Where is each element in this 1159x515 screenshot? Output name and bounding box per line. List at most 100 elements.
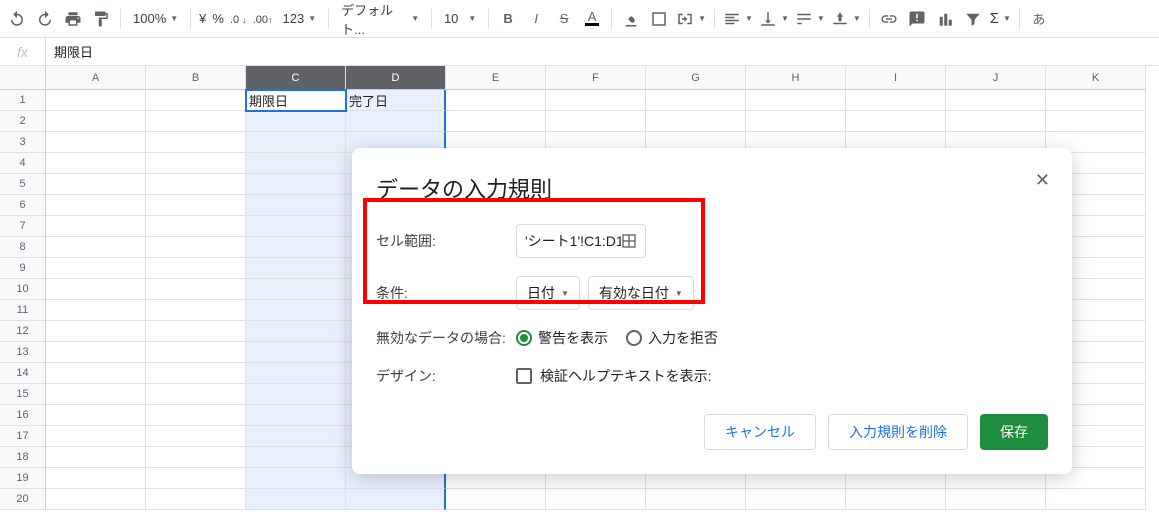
row-header[interactable]: 3	[0, 132, 46, 153]
strikethrough-button[interactable]: S	[551, 6, 577, 32]
cell[interactable]	[146, 258, 246, 279]
row-header[interactable]: 1	[0, 90, 46, 111]
formula-input[interactable]: 期限日	[46, 38, 1159, 65]
row-header[interactable]: 17	[0, 426, 46, 447]
font-select[interactable]: デフォルト...▼	[335, 7, 425, 31]
row-header[interactable]: 20	[0, 489, 46, 510]
cell[interactable]	[146, 426, 246, 447]
currency-format-button[interactable]: ¥	[197, 11, 208, 26]
merge-cells-button[interactable]: ▼	[674, 7, 708, 31]
cell[interactable]	[946, 90, 1046, 111]
cell[interactable]	[246, 468, 346, 489]
cell[interactable]	[46, 384, 146, 405]
row-header[interactable]: 13	[0, 342, 46, 363]
row-header[interactable]: 15	[0, 384, 46, 405]
grid-icon[interactable]	[621, 233, 637, 249]
filter-button[interactable]	[960, 6, 986, 32]
cell[interactable]	[146, 216, 246, 237]
cell[interactable]	[146, 489, 246, 510]
cell[interactable]	[346, 111, 446, 132]
cell[interactable]	[46, 426, 146, 447]
row-header[interactable]: 8	[0, 237, 46, 258]
more-button[interactable]: あ	[1026, 6, 1052, 32]
cell[interactable]	[246, 279, 346, 300]
cell[interactable]	[246, 342, 346, 363]
italic-button[interactable]: I	[523, 6, 549, 32]
cell[interactable]	[146, 363, 246, 384]
fill-color-button[interactable]	[618, 6, 644, 32]
cell[interactable]	[46, 321, 146, 342]
cell[interactable]	[46, 111, 146, 132]
cell[interactable]	[646, 111, 746, 132]
cell[interactable]	[246, 384, 346, 405]
horizontal-align-button[interactable]: ▼	[721, 7, 755, 31]
cell[interactable]	[146, 342, 246, 363]
col-header[interactable]: G	[646, 66, 746, 90]
cell[interactable]	[46, 132, 146, 153]
cell[interactable]	[246, 153, 346, 174]
cell[interactable]	[46, 342, 146, 363]
cell[interactable]	[246, 447, 346, 468]
save-button[interactable]: 保存	[980, 414, 1048, 450]
cell[interactable]	[146, 174, 246, 195]
row-header[interactable]: 14	[0, 363, 46, 384]
cell[interactable]	[146, 321, 246, 342]
cell[interactable]	[146, 153, 246, 174]
cell[interactable]	[746, 489, 846, 510]
borders-button[interactable]	[646, 6, 672, 32]
cell[interactable]	[446, 111, 546, 132]
cell[interactable]	[546, 111, 646, 132]
insert-comment-button[interactable]	[904, 6, 930, 32]
cell[interactable]	[846, 489, 946, 510]
row-header[interactable]: 11	[0, 300, 46, 321]
undo-button[interactable]	[4, 6, 30, 32]
cell[interactable]	[246, 174, 346, 195]
cell[interactable]	[246, 363, 346, 384]
select-all-corner[interactable]	[0, 66, 46, 90]
cell[interactable]	[146, 195, 246, 216]
cell[interactable]	[46, 174, 146, 195]
print-button[interactable]	[60, 6, 86, 32]
col-header[interactable]: B	[146, 66, 246, 90]
redo-button[interactable]	[32, 6, 58, 32]
cell[interactable]	[246, 258, 346, 279]
cell[interactable]	[246, 132, 346, 153]
paint-format-button[interactable]	[88, 6, 114, 32]
cell[interactable]	[246, 426, 346, 447]
text-wrap-button[interactable]: ▼	[793, 7, 827, 31]
col-header[interactable]: F	[546, 66, 646, 90]
row-header[interactable]: 6	[0, 195, 46, 216]
insert-chart-button[interactable]	[932, 6, 958, 32]
cell[interactable]	[246, 300, 346, 321]
vertical-align-button[interactable]: ▼	[757, 7, 791, 31]
cell[interactable]	[246, 216, 346, 237]
zoom-select[interactable]: 100%▼	[127, 7, 184, 31]
row-header[interactable]: 16	[0, 405, 46, 426]
cell[interactable]	[146, 111, 246, 132]
cell[interactable]	[246, 321, 346, 342]
decrease-decimal-button[interactable]: .0 ↓	[228, 11, 249, 26]
row-header[interactable]: 4	[0, 153, 46, 174]
percent-format-button[interactable]: %	[210, 11, 226, 26]
col-header[interactable]: J	[946, 66, 1046, 90]
radio-show-warning[interactable]: 警告を表示	[516, 328, 608, 348]
cell[interactable]	[146, 300, 246, 321]
row-header[interactable]: 9	[0, 258, 46, 279]
cell[interactable]	[246, 195, 346, 216]
text-rotation-button[interactable]: ▼	[829, 7, 863, 31]
cancel-button[interactable]: キャンセル	[704, 414, 816, 450]
row-header[interactable]: 19	[0, 468, 46, 489]
cell[interactable]	[46, 279, 146, 300]
cell[interactable]: 完了日	[346, 90, 446, 111]
more-formats-select[interactable]: 123▼	[277, 7, 323, 31]
cell[interactable]	[46, 468, 146, 489]
cell[interactable]	[46, 300, 146, 321]
increase-decimal-button[interactable]: .00↑	[251, 11, 275, 26]
cell[interactable]	[146, 237, 246, 258]
cell[interactable]	[146, 90, 246, 111]
col-header[interactable]: A	[46, 66, 146, 90]
row-header[interactable]: 18	[0, 447, 46, 468]
cell[interactable]	[1046, 90, 1146, 111]
cell[interactable]	[146, 384, 246, 405]
close-icon[interactable]: ✕	[1035, 170, 1050, 191]
